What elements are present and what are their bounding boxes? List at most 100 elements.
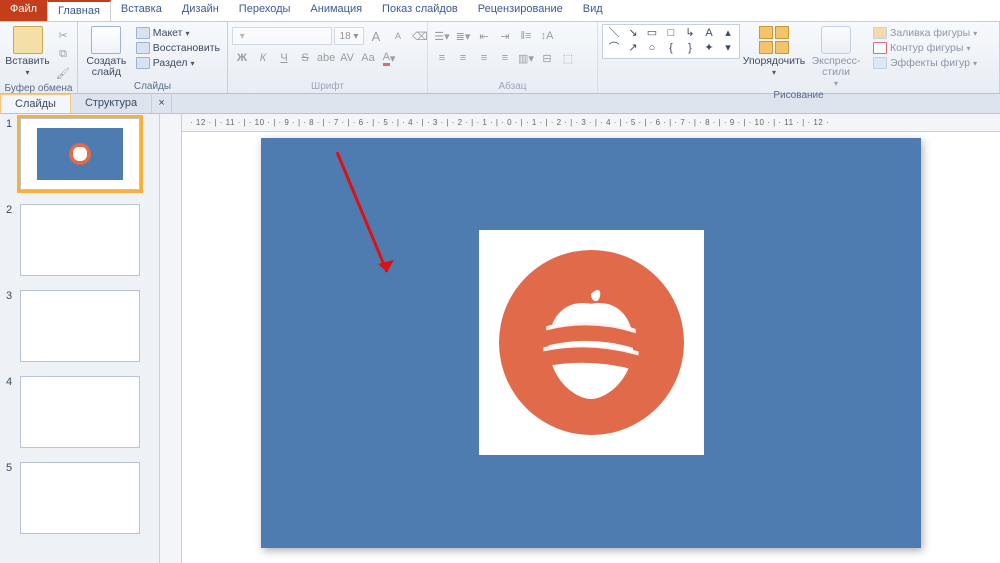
align-left-button[interactable]: ≡ <box>432 49 452 67</box>
align-right-button[interactable]: ≡ <box>474 49 494 67</box>
shape-oval-icon: ○ <box>643 42 661 56</box>
align-text-button[interactable]: ⊟ <box>537 49 557 67</box>
quick-styles-icon <box>821 26 851 54</box>
thumbnail-row[interactable]: 1 <box>6 118 153 190</box>
bucket-icon <box>873 27 887 39</box>
group-paragraph-label: Абзац <box>432 80 593 93</box>
layout-icon <box>136 27 150 39</box>
bold-button[interactable]: Ж <box>232 49 252 67</box>
tab-slideshow[interactable]: Показ слайдов <box>372 0 468 21</box>
logo-circle-icon <box>499 250 684 435</box>
new-slide-icon <box>91 26 121 54</box>
arrange-button[interactable]: Упорядочить▾ <box>746 24 802 78</box>
shape-line2-icon: ↗ <box>624 42 642 56</box>
shape-textbox-icon: A <box>700 27 718 41</box>
gallery-more-icon[interactable]: ▾ <box>719 42 737 56</box>
clear-format-button[interactable]: ⌫ <box>410 27 430 45</box>
shape-conn-icon: ↳ <box>681 27 699 41</box>
thumbnail-slide-5[interactable] <box>20 462 140 534</box>
font-name-combo[interactable]: ▾ <box>232 27 332 45</box>
layout-button[interactable]: Макет ▾ <box>133 26 223 40</box>
shape-brace-r-icon: } <box>681 42 699 56</box>
tab-transitions[interactable]: Переходы <box>229 0 301 21</box>
thumbnail-slide-1[interactable] <box>20 118 140 190</box>
horizontal-ruler: · 12 · | · 11 · | · 10 · | · 9 · | · 8 ·… <box>182 114 1000 132</box>
shapes-gallery[interactable]: ＼ ↘ ▭ □ ↳ A ▴ ⌒ ↗ ○ { } ✦ ▾ <box>602 24 740 59</box>
arrange-icon <box>759 26 789 54</box>
group-drawing-label: Рисование <box>602 89 995 102</box>
cut-button[interactable]: ✂ <box>53 26 73 44</box>
strike-button[interactable]: S <box>295 49 315 67</box>
tab-view[interactable]: Вид <box>573 0 613 21</box>
thumbnails-panel[interactable]: 1 2 3 4 5 <box>0 114 160 563</box>
columns-button[interactable]: ▥▾ <box>516 49 536 67</box>
smartart-button[interactable]: ⬚ <box>558 49 578 67</box>
underline-button[interactable]: Ч <box>274 49 294 67</box>
work-area: 1 2 3 4 5 · 12 · | · 11 · | · 10 · | · 9… <box>0 114 1000 563</box>
tab-home[interactable]: Главная <box>47 0 111 21</box>
slide[interactable] <box>261 138 921 548</box>
thumbnail-slide-4[interactable] <box>20 376 140 448</box>
shape-outline-button[interactable]: Контур фигуры ▾ <box>870 41 980 55</box>
tab-animation[interactable]: Анимация <box>300 0 372 21</box>
thumbnail-slide-3[interactable] <box>20 290 140 362</box>
thumbnail-slide-2[interactable] <box>20 204 140 276</box>
panel-close-button[interactable]: × <box>152 94 172 113</box>
shape-star-icon: ✦ <box>700 42 718 56</box>
font-color-button[interactable]: A▾ <box>379 49 399 67</box>
pencil-icon <box>873 42 887 54</box>
clipboard-icon <box>13 26 43 54</box>
section-icon <box>136 57 150 69</box>
shape-square-icon: □ <box>662 27 680 41</box>
bullets-button[interactable]: ☰▾ <box>432 27 452 45</box>
group-slides-label: Слайды <box>82 80 223 93</box>
text-direction-button[interactable]: ↕A <box>537 27 557 45</box>
slide-canvas[interactable] <box>182 132 1000 563</box>
thumbnail-number: 4 <box>6 376 14 388</box>
inserted-image[interactable] <box>479 230 704 455</box>
shadow-button[interactable]: abe <box>316 49 336 67</box>
font-size-combo[interactable]: 18 ▾ <box>334 27 364 45</box>
new-slide-button[interactable]: Создать слайд <box>82 24 131 78</box>
paste-button[interactable]: Вставить▾ <box>4 24 51 78</box>
format-painter-button[interactable]: 🖌 <box>53 64 73 82</box>
tab-file[interactable]: Файл <box>0 0 47 21</box>
thumbnail-logo-icon <box>69 143 91 165</box>
copy-button[interactable]: ⧉ <box>53 45 73 63</box>
section-button[interactable]: Раздел ▾ <box>133 56 223 70</box>
change-case-button[interactable]: Aa <box>358 49 378 67</box>
numbering-button[interactable]: ≣▾ <box>453 27 473 45</box>
shape-arrow-icon: ↘ <box>624 27 642 41</box>
thumbnail-number: 1 <box>6 118 14 130</box>
shape-brace-l-icon: { <box>662 42 680 56</box>
line-spacing-button[interactable]: ‖≡ <box>516 27 536 45</box>
justify-button[interactable]: ≡ <box>495 49 515 67</box>
vertical-ruler <box>160 114 182 563</box>
tab-review[interactable]: Рецензирование <box>468 0 573 21</box>
quick-styles-button[interactable]: Экспресс-стили▾ <box>808 24 864 89</box>
tab-design[interactable]: Дизайн <box>172 0 229 21</box>
restore-icon <box>136 42 150 54</box>
thumbnail-row[interactable]: 2 <box>6 204 153 276</box>
thumbnail-row[interactable]: 4 <box>6 376 153 448</box>
align-center-button[interactable]: ≡ <box>453 49 473 67</box>
shape-effects-button[interactable]: Эффекты фигур ▾ <box>870 56 980 70</box>
indent-button[interactable]: ⇥ <box>495 27 515 45</box>
thumbnail-row[interactable]: 5 <box>6 462 153 534</box>
group-font-label: Шрифт <box>232 80 423 93</box>
char-spacing-button[interactable]: AV <box>337 49 357 67</box>
panel-tab-outline[interactable]: Структура <box>71 94 152 113</box>
restore-button[interactable]: Восстановить <box>133 41 223 55</box>
shape-curve-icon: ⌒ <box>605 42 623 56</box>
shape-fill-button[interactable]: Заливка фигуры ▾ <box>870 26 980 40</box>
tab-insert[interactable]: Вставка <box>111 0 172 21</box>
thumbnail-number: 5 <box>6 462 14 474</box>
panel-tab-slides[interactable]: Слайды <box>0 94 71 113</box>
apple-tape-logo-icon <box>521 273 661 413</box>
thumbnail-row[interactable]: 3 <box>6 290 153 362</box>
italic-button[interactable]: К <box>253 49 273 67</box>
grow-font-button[interactable]: A <box>366 27 386 45</box>
outdent-button[interactable]: ⇤ <box>474 27 494 45</box>
shrink-font-button[interactable]: A <box>388 27 408 45</box>
gallery-up-icon[interactable]: ▴ <box>719 27 737 41</box>
